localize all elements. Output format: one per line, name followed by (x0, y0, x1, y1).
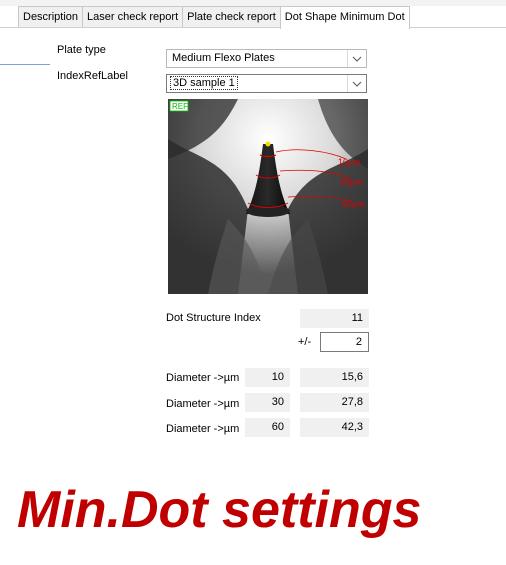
tab-panel-border (0, 27, 506, 28)
ref-tag: REF (172, 102, 188, 111)
diameter-value-10: 15,6 (300, 368, 369, 387)
tolerance-input[interactable]: 2 (320, 332, 369, 352)
chevron-down-icon[interactable] (347, 75, 366, 92)
dot-shape-image: 10µm 30µm 60µm REF (168, 99, 368, 294)
diameter-label: Diameter ->µm (166, 398, 240, 410)
dot-structure-index-value: 11 (300, 309, 369, 328)
plate-type-value: Medium Flexo Plates (172, 52, 275, 64)
tab-laser-check-report[interactable]: Laser check report (82, 6, 184, 27)
tab-plate-check-report[interactable]: Plate check report (182, 6, 281, 27)
diameter-label: Diameter ->µm (166, 423, 240, 435)
diameter-depth-10: 10 (245, 368, 290, 387)
diameter-label: Diameter ->µm (166, 372, 240, 384)
annotation-30um: 30µm (340, 177, 363, 187)
index-ref-value: 3D sample 1 (170, 76, 238, 90)
diameter-value-30: 27,8 (300, 393, 369, 412)
group-divider-line (0, 64, 50, 65)
index-ref-dropdown[interactable]: 3D sample 1 (166, 74, 367, 93)
diameter-depth-60: 60 (245, 418, 290, 437)
tolerance-label: +/- (298, 336, 312, 348)
chevron-down-icon[interactable] (347, 50, 366, 67)
plate-type-label: Plate type (57, 44, 106, 56)
dot-structure-index-label: Dot Structure Index (166, 312, 261, 324)
diameter-value-60: 42,3 (300, 418, 369, 437)
dot-cross-section-photo: 10µm 30µm 60µm REF (168, 99, 368, 294)
index-ref-label: IndexRefLabel (57, 70, 128, 82)
annotation-10um: 10µm (338, 157, 361, 167)
tab-description[interactable]: Description (18, 6, 84, 27)
min-dot-settings-caption: Min.Dot settings (17, 481, 422, 539)
tab-dot-shape-minimum-dot[interactable]: Dot Shape Minimum Dot (279, 6, 410, 29)
plate-type-dropdown[interactable]: Medium Flexo Plates (166, 49, 367, 68)
diameter-depth-30: 30 (245, 393, 290, 412)
annotation-60um: 60µm (342, 199, 365, 209)
tab-bar: Description Laser check report Plate che… (18, 6, 410, 29)
